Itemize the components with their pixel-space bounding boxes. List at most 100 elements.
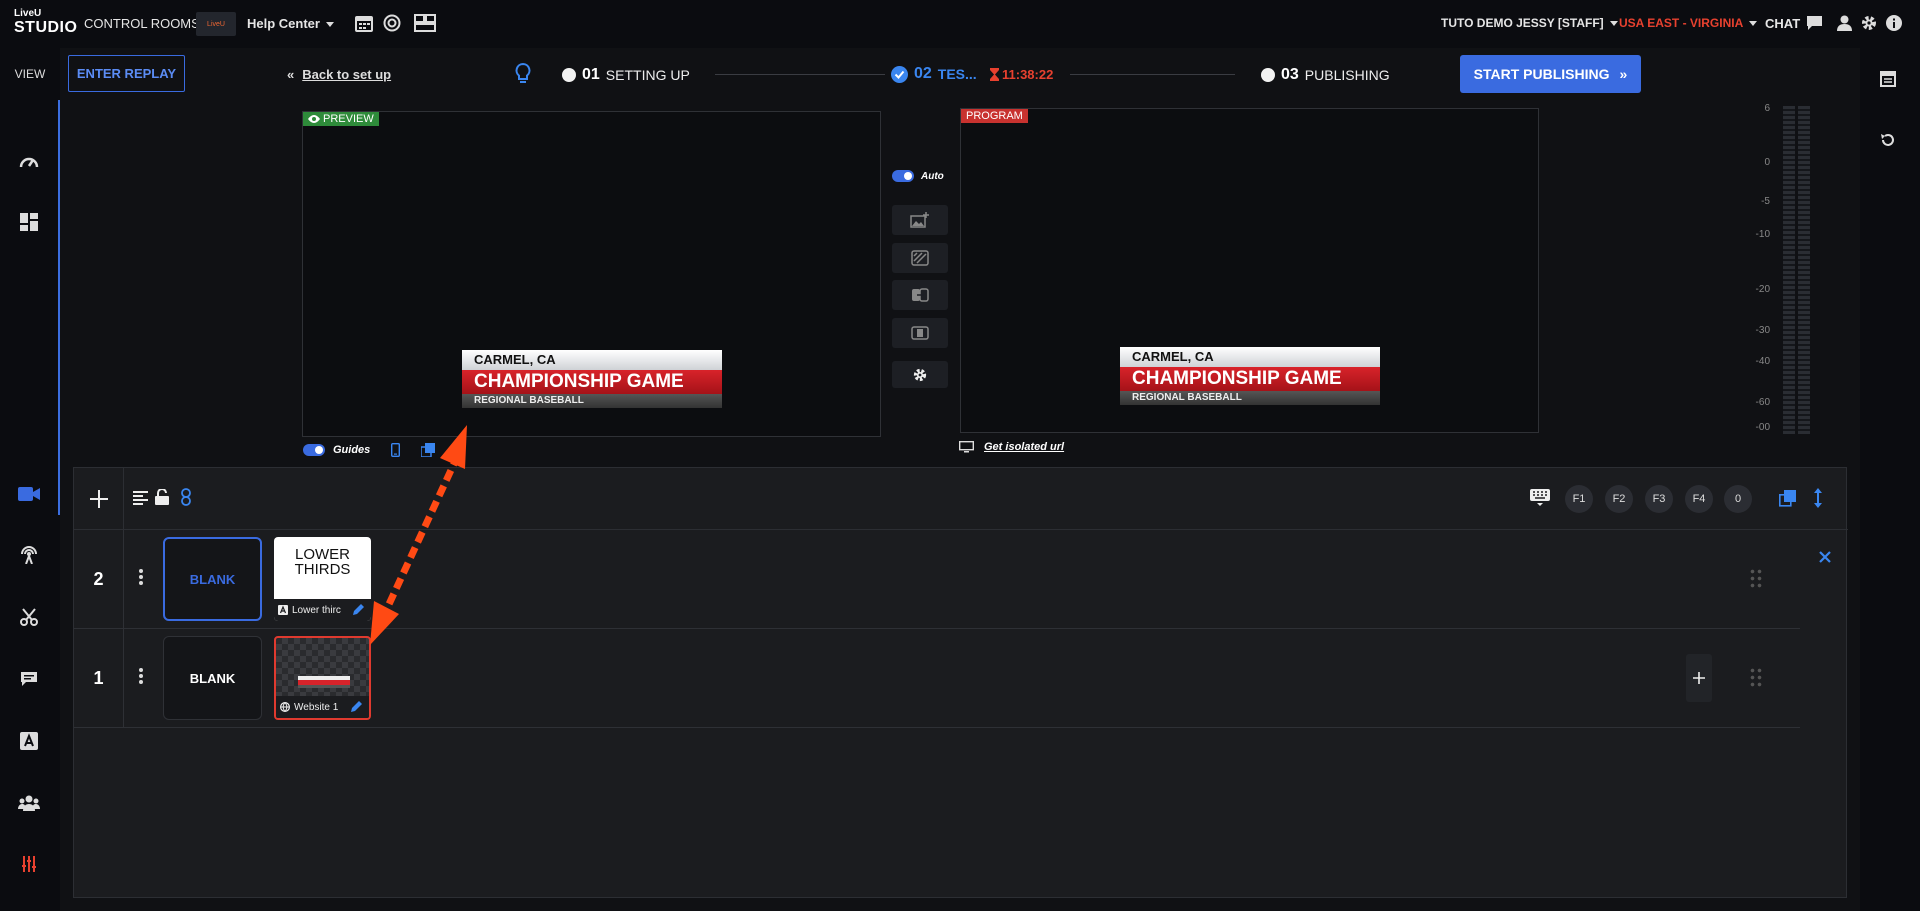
lightbulb-icon[interactable]	[515, 62, 531, 90]
layers-panel: F1 F2 F3 F4 0 2 BLANK LOWER THIRDS Lower…	[73, 467, 1848, 898]
blank-source-button[interactable]: BLANK	[163, 636, 262, 720]
step-publishing[interactable]: 03 PUBLISHING	[1261, 66, 1390, 84]
undo-history-icon[interactable]	[1880, 132, 1896, 153]
source-caption-label: Lower thirc	[292, 604, 341, 616]
app-logo[interactable]: LiveU STUDIO	[14, 8, 77, 39]
chat-button[interactable]: CHAT	[1765, 16, 1800, 31]
copy-layers-icon[interactable]	[1779, 490, 1796, 512]
camera-icon[interactable]	[18, 483, 40, 505]
meter-tick: 6	[1764, 103, 1770, 114]
close-icon[interactable]	[1819, 550, 1831, 568]
chevron-down-icon	[1609, 21, 1618, 27]
layer-menu-icon[interactable]	[138, 666, 144, 688]
lower-thirds-card-title: LOWER THIRDS	[294, 546, 351, 578]
layer-menu-icon[interactable]	[138, 567, 144, 589]
preview-tag: PREVIEW	[303, 112, 379, 126]
room-thumbnail-text: LiveU	[207, 20, 225, 28]
logo-line1: LiveU	[14, 8, 42, 19]
f4-key-button[interactable]: F4	[1685, 485, 1713, 513]
blank-source-button[interactable]: BLANK	[163, 537, 262, 621]
meter-tick: -60	[1755, 397, 1770, 408]
tutorial-arrow-annotation	[370, 425, 467, 645]
add-image-button[interactable]	[892, 205, 948, 235]
room-selector[interactable]: Help Center	[247, 16, 334, 31]
plus-icon	[89, 490, 108, 508]
step-3-number: 03	[1281, 66, 1299, 83]
layout-icon[interactable]	[18, 211, 40, 233]
layers-toolbar: F1 F2 F3 F4 0	[74, 468, 1848, 530]
drag-handle-icon[interactable]	[1749, 667, 1763, 689]
f2-key-button[interactable]: F2	[1605, 485, 1633, 513]
hourglass-icon	[990, 68, 999, 81]
region-menu[interactable]: USA EAST - VIRGINIA	[1619, 16, 1758, 30]
gear-icon	[913, 368, 927, 381]
lower-third-subtitle: REGIONAL BASEBALL	[1120, 391, 1380, 405]
info-icon[interactable]	[1886, 15, 1902, 36]
meter-tick: -00	[1755, 422, 1770, 433]
chat-label: CHAT	[1765, 16, 1801, 31]
step-3-dot	[1261, 68, 1275, 82]
room-name: Help Center	[247, 16, 320, 31]
add-image-icon	[910, 212, 929, 228]
room-thumbnail: LiveU	[196, 12, 236, 36]
help-lifebuoy-icon[interactable]	[383, 14, 401, 37]
layer-row: 1 BLANK Website 1	[74, 629, 1800, 728]
zero-key-button[interactable]: 0	[1724, 485, 1752, 513]
cut-button[interactable]	[892, 318, 948, 348]
enter-replay-button[interactable]: ENTER REPLAY	[68, 55, 185, 92]
add-source-button[interactable]	[1686, 654, 1712, 702]
calendar-icon[interactable]	[355, 14, 373, 37]
guides-switch[interactable]	[303, 444, 325, 456]
drag-handle-icon[interactable]	[1749, 568, 1763, 590]
isolated-url-link[interactable]: Get isolated url	[959, 441, 1064, 453]
left-sidebar: VIEW	[0, 48, 60, 911]
auto-toggle[interactable]: Auto	[892, 170, 944, 182]
f3-key-button[interactable]: F3	[1645, 485, 1673, 513]
chevron-down-icon	[325, 22, 334, 28]
preview-monitor[interactable]: PREVIEW CARMEL, CA CHAMPIONSHIP GAME REG…	[302, 111, 881, 437]
align-left-icon[interactable]	[133, 491, 148, 510]
resize-vertical-icon[interactable]	[1814, 488, 1822, 513]
swap-button[interactable]	[892, 280, 948, 310]
scissors-icon[interactable]	[18, 606, 40, 628]
user-menu[interactable]: TUTO DEMO JESSY [STAFF]	[1441, 16, 1618, 30]
add-layer-button[interactable]	[74, 468, 124, 530]
f1-key-button[interactable]: F1	[1565, 485, 1593, 513]
broadcast-icon[interactable]	[18, 544, 40, 566]
user-icon[interactable]	[1837, 15, 1852, 36]
guests-icon[interactable]	[18, 792, 40, 814]
auto-switch[interactable]	[892, 170, 914, 182]
keyboard-icon[interactable]	[1530, 489, 1550, 512]
meter-bar-left	[1783, 106, 1795, 434]
multiview-icon[interactable]	[414, 14, 436, 37]
mixer-icon[interactable]	[18, 853, 40, 875]
back-to-setup-link[interactable]: « Back to set up	[287, 67, 391, 82]
layer-number: 1	[74, 629, 124, 728]
settings-gear-icon[interactable]	[1861, 15, 1877, 36]
lower-thirds-source-card[interactable]: LOWER THIRDS Lower thirc	[274, 537, 371, 621]
user-name: TUTO DEMO JESSY [STAFF]	[1441, 16, 1604, 30]
dashboard-icon[interactable]	[18, 150, 40, 172]
start-publishing-button[interactable]: START PUBLISHING »	[1460, 55, 1641, 93]
lower-third-title: CHAMPIONSHIP GAME	[1120, 367, 1380, 391]
chevron-down-icon	[1749, 21, 1758, 27]
link-icon[interactable]	[181, 488, 191, 511]
program-monitor: PROGRAM CARMEL, CA CHAMPIONSHIP GAME REG…	[960, 108, 1539, 433]
meter-tick: -10	[1755, 229, 1770, 240]
chat-icon[interactable]	[18, 668, 40, 690]
chat-bubble-icon[interactable]	[1806, 15, 1823, 36]
website-source-card[interactable]: Website 1	[274, 636, 371, 720]
unlock-icon[interactable]	[155, 488, 169, 510]
step-testing[interactable]: 02 TES...	[891, 65, 977, 83]
text-icon[interactable]	[18, 730, 40, 752]
edit-pencil-icon[interactable]	[349, 700, 363, 714]
top-bar: LiveU STUDIO CONTROL ROOMS LiveU Help Ce…	[0, 0, 1920, 48]
meter-tick: -20	[1755, 284, 1770, 295]
panel-list-icon[interactable]	[1880, 71, 1896, 92]
text-icon	[278, 605, 288, 615]
transition-button[interactable]	[892, 243, 948, 273]
step-connector	[715, 74, 885, 75]
step-setting-up[interactable]: 01 SETTING UP	[562, 66, 690, 84]
control-rooms-link[interactable]: CONTROL ROOMS	[84, 16, 200, 31]
transition-settings-button[interactable]	[892, 361, 948, 388]
